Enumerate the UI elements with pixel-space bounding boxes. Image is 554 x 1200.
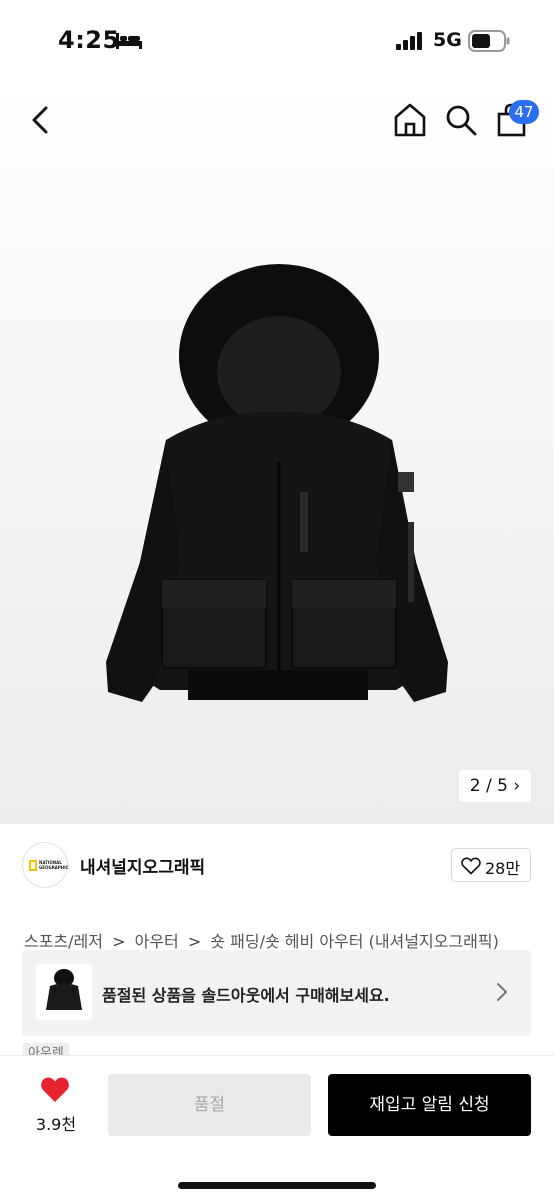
- status-bar: 4:25 5G: [0, 0, 554, 84]
- soldout-promo-banner[interactable]: 품절된 상품을 솔드아웃에서 구매해보세요.: [22, 950, 531, 1036]
- product-image-gallery[interactable]: 47 2 / 5 ›: [0, 84, 554, 824]
- heart-outline-icon: [461, 857, 481, 875]
- status-time: 4:25: [58, 26, 120, 54]
- category-breadcrumb: 스포츠/레저 > 아우터 > 숏 패딩/숏 헤비 아우터 (내셔널지오그래픽): [24, 928, 544, 952]
- brand-logo[interactable]: NATIONAL GEOGRAPHIC: [22, 842, 69, 888]
- sleep-bed-icon: [116, 33, 142, 49]
- breadcrumb-separator: >: [187, 932, 202, 951]
- soldout-banner-text: 품절된 상품을 솔드아웃에서 구매해보세요.: [102, 986, 390, 1005]
- brand-like-button[interactable]: 28만: [451, 848, 531, 882]
- product-image-jacket: [106, 264, 448, 702]
- national-geographic-logo-icon: [29, 860, 37, 871]
- cart-count-badge: 47: [509, 100, 539, 124]
- breadcrumb-item-outer[interactable]: 아우터: [135, 932, 179, 951]
- breadcrumb-item-sports[interactable]: 스포츠/레저: [24, 932, 103, 951]
- heart-filled-icon: [41, 1077, 69, 1102]
- cellular-signal-icon: [396, 32, 422, 50]
- brand-name[interactable]: 내셔널지오그래픽: [80, 853, 205, 878]
- chevron-right-small-icon: ›: [513, 776, 521, 796]
- breadcrumb-item-short-padding[interactable]: 숏 패딩/숏 헤비 아우터 (내셔널지오그래픽): [210, 932, 498, 951]
- bottom-action-bar: 3.9천 품절 재입고 알림 신청: [0, 1055, 554, 1200]
- network-type: 5G: [433, 29, 462, 51]
- image-page-indicator[interactable]: 2 / 5 ›: [459, 770, 531, 802]
- home-icon[interactable]: [393, 102, 427, 138]
- brand-like-count: 28만: [485, 859, 521, 878]
- home-indicator[interactable]: [178, 1182, 376, 1189]
- back-arrow-icon[interactable]: [26, 102, 56, 138]
- brand-logo-text: NATIONAL GEOGRAPHIC: [39, 860, 69, 870]
- battery-icon: [468, 30, 510, 52]
- wishlist-count: 3.9천: [35, 1115, 77, 1134]
- restock-alert-button[interactable]: 재입고 알림 신청: [328, 1074, 531, 1136]
- breadcrumb-separator: >: [112, 932, 126, 951]
- chevron-right-icon: [497, 983, 507, 1001]
- page-indicator-text: 2 / 5: [469, 776, 508, 796]
- soldout-button: 품절: [108, 1074, 311, 1136]
- wishlist-button[interactable]: 3.9천: [28, 1076, 84, 1140]
- search-icon[interactable]: [444, 102, 478, 138]
- brand-row[interactable]: NATIONAL GEOGRAPHIC 내셔널지오그래픽 28만: [0, 838, 554, 898]
- soldout-product-thumbnail: [36, 964, 92, 1020]
